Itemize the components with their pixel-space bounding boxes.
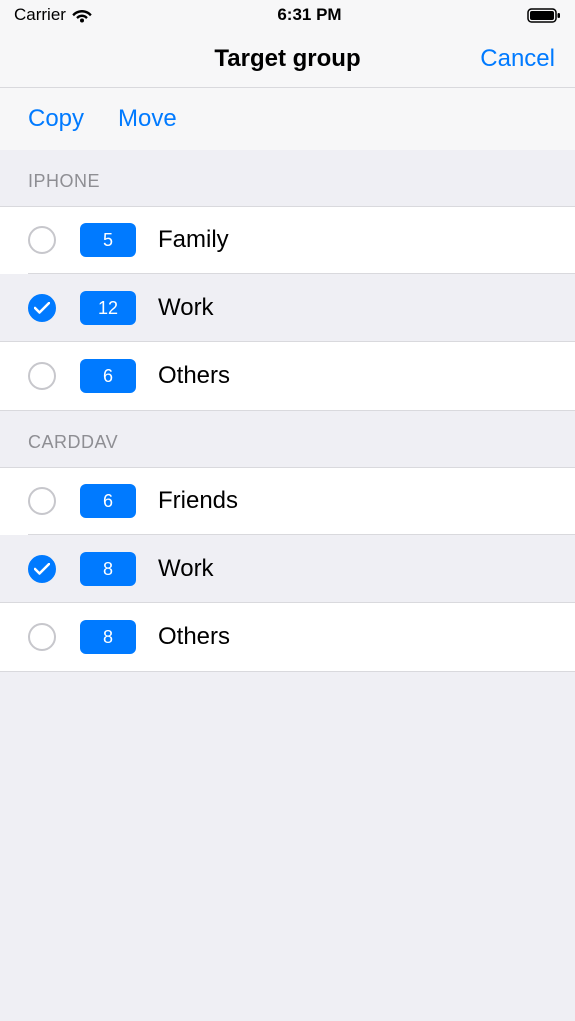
checkcircle-icon[interactable] xyxy=(28,623,56,651)
status-time: 6:31 PM xyxy=(277,5,341,25)
section-table-carddav: 6 Friends 8 Work 8 Others xyxy=(0,467,575,672)
count-badge: 8 xyxy=(80,552,136,586)
group-row-work[interactable]: 12 Work xyxy=(0,274,575,342)
group-label: Friends xyxy=(158,487,238,515)
group-row-friends[interactable]: 6 Friends xyxy=(0,467,575,535)
count-badge: 8 xyxy=(80,620,136,654)
cancel-button[interactable]: Cancel xyxy=(480,45,555,73)
count-badge: 6 xyxy=(80,359,136,393)
section-table-iphone: 5 Family 12 Work 6 Others xyxy=(0,206,575,411)
wifi-icon xyxy=(72,8,92,23)
section-header-iphone: IPHONE xyxy=(0,150,575,206)
page-title: Target group xyxy=(214,45,360,73)
battery-icon xyxy=(527,8,561,23)
carrier-label: Carrier xyxy=(14,5,66,25)
group-label: Others xyxy=(158,623,230,651)
move-button[interactable]: Move xyxy=(118,105,177,133)
group-row-family[interactable]: 5 Family xyxy=(0,206,575,274)
group-row-others[interactable]: 6 Others xyxy=(0,342,575,410)
section-header-carddav: CARDDAV xyxy=(0,411,575,467)
count-badge: 12 xyxy=(80,291,136,325)
group-label: Others xyxy=(158,362,230,390)
count-badge: 6 xyxy=(80,484,136,518)
checkcircle-icon[interactable] xyxy=(28,362,56,390)
group-label: Work xyxy=(158,294,214,322)
checkcircle-icon[interactable] xyxy=(28,226,56,254)
group-row-others[interactable]: 8 Others xyxy=(0,603,575,671)
checkcircle-icon[interactable] xyxy=(28,294,56,322)
group-label: Work xyxy=(158,555,214,583)
navigation-bar: Target group Cancel xyxy=(0,30,575,88)
checkcircle-icon[interactable] xyxy=(28,487,56,515)
status-bar: Carrier 6:31 PM xyxy=(0,0,575,30)
count-badge: 5 xyxy=(80,223,136,257)
copy-button[interactable]: Copy xyxy=(28,105,84,133)
checkcircle-icon[interactable] xyxy=(28,555,56,583)
group-label: Family xyxy=(158,226,229,254)
group-row-work[interactable]: 8 Work xyxy=(0,535,575,603)
toolbar: Copy Move xyxy=(0,88,575,150)
